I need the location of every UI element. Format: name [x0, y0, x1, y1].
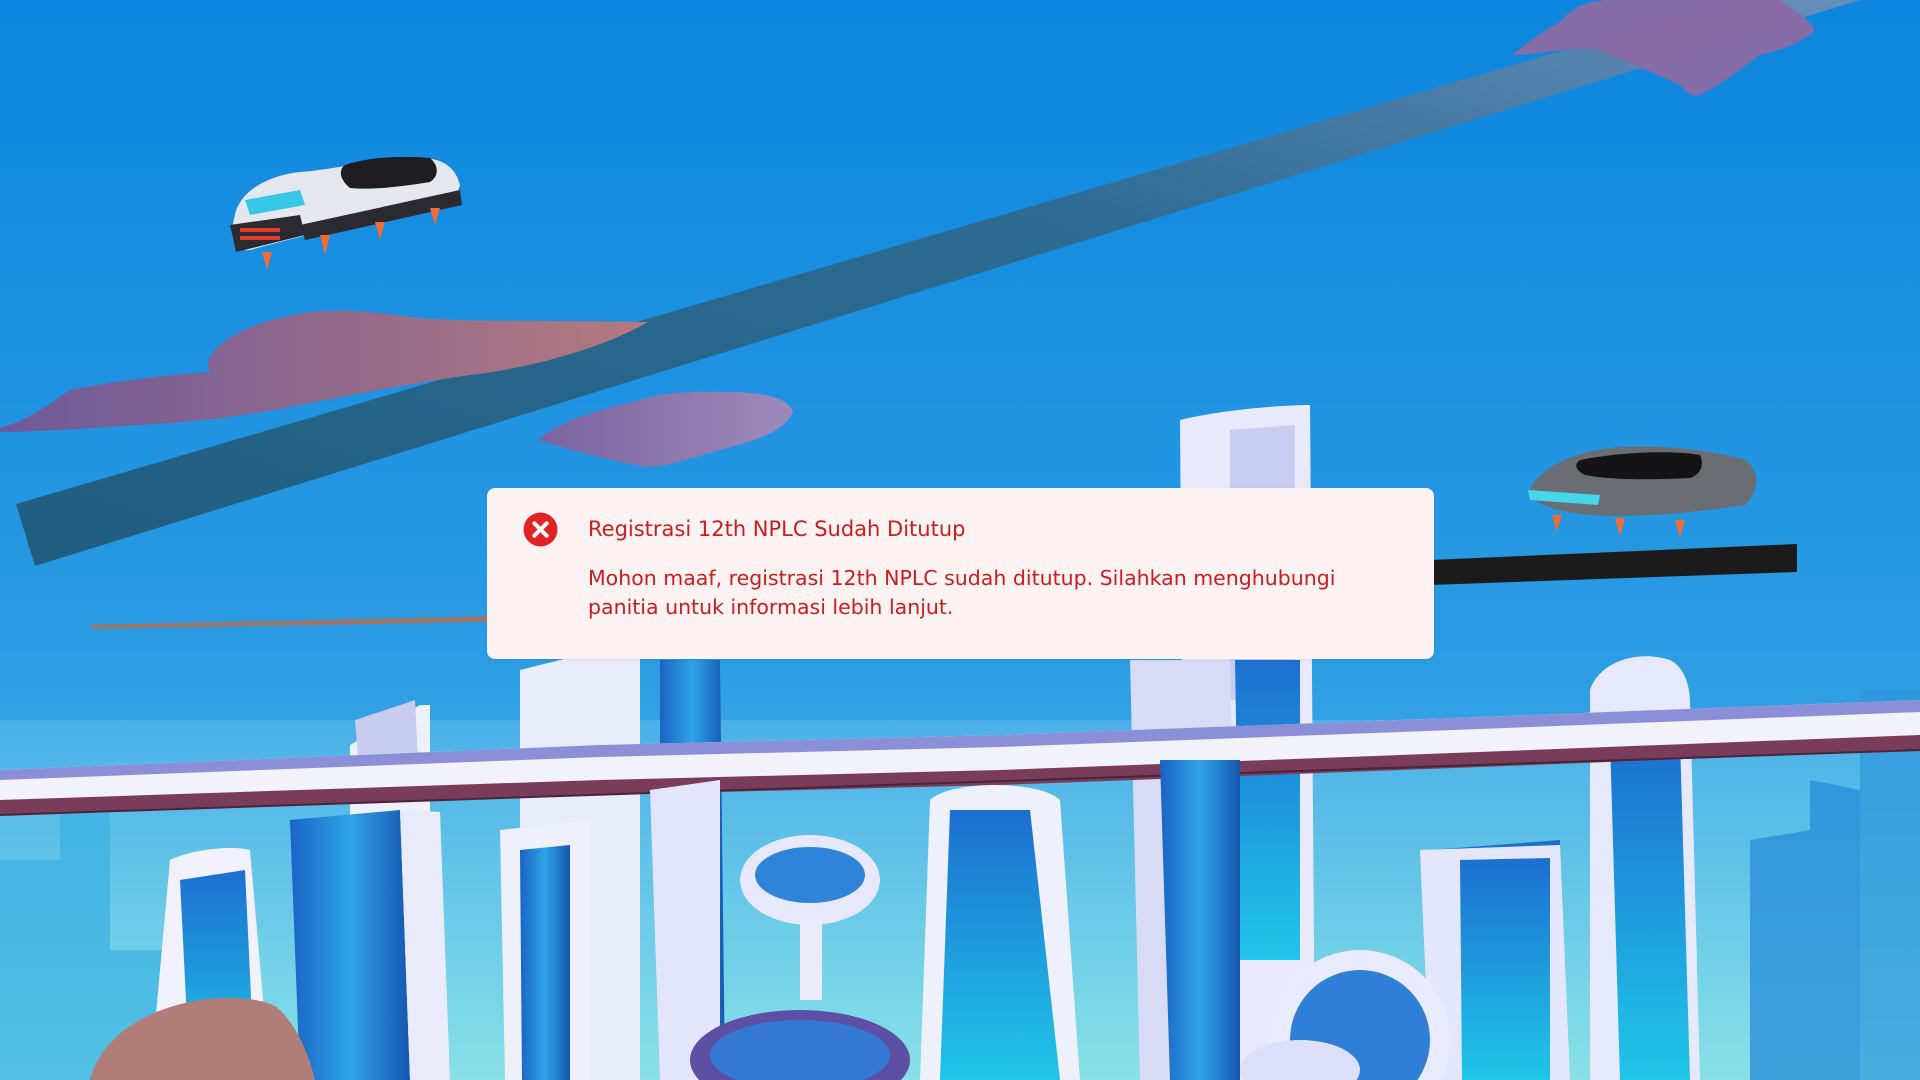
alert-message: Mohon maaf, registrasi 12th NPLC sudah d… — [588, 566, 1336, 619]
registration-closed-alert: Registrasi 12th NPLC Sudah Ditutup Mohon… — [487, 488, 1434, 659]
error-x-circle-icon — [522, 511, 559, 548]
registration-page: Registrasi 12th NPLC Sudah Ditutup Mohon… — [0, 0, 1920, 1080]
alert-title: Registrasi 12th NPLC Sudah Ditutup — [588, 517, 966, 541]
